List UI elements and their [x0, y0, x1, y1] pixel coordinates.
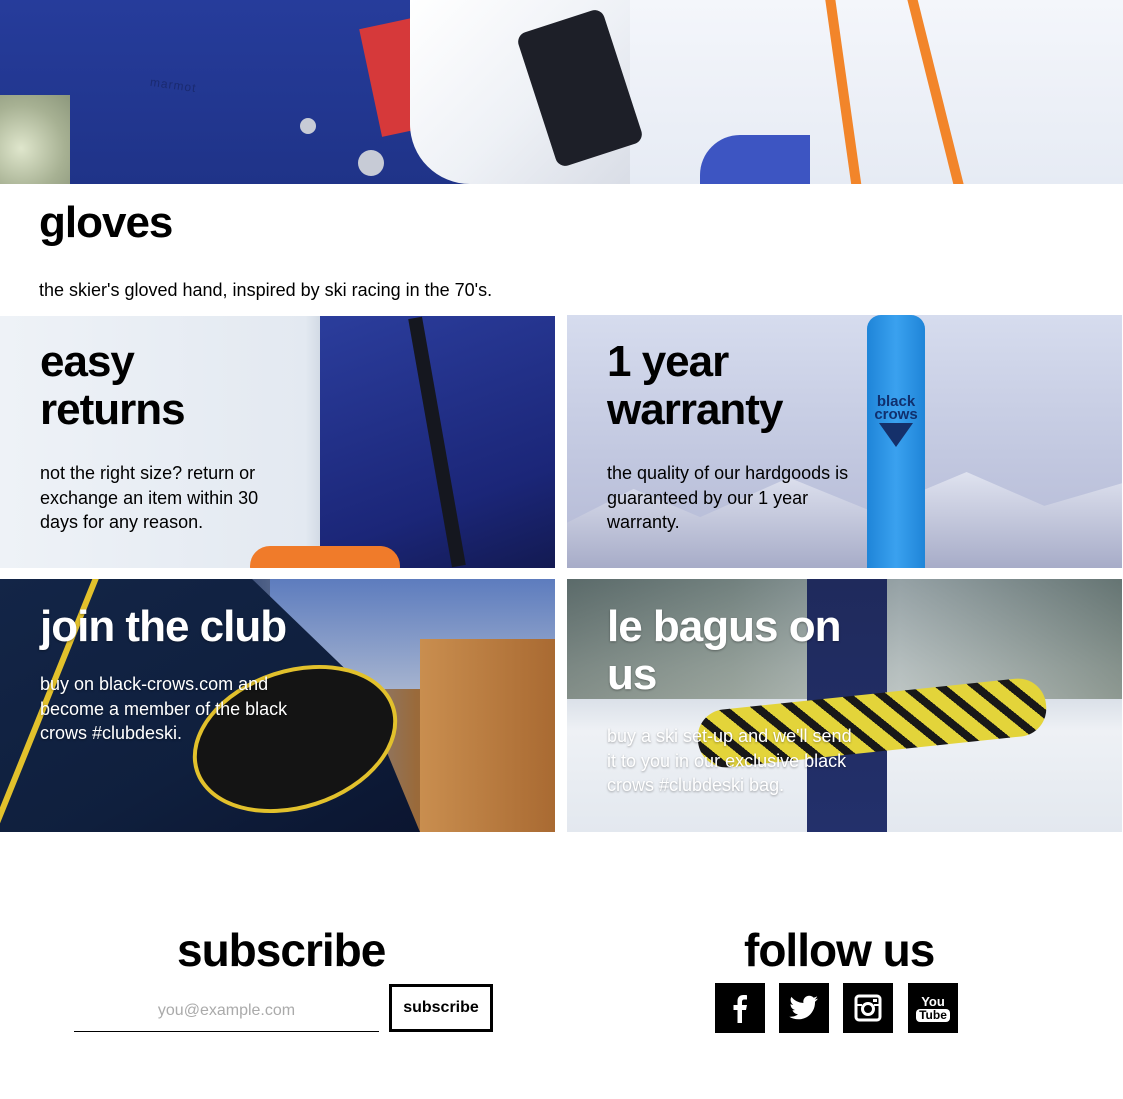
tile-body: buy a ski set-up and we'll send it to yo… — [607, 724, 852, 798]
youtube-you-text: You — [921, 993, 945, 1009]
hero-image: marmot — [0, 0, 1123, 184]
tile-body-line: buy on black-crows.com and — [40, 674, 269, 694]
tile-le-bagus[interactable]: le bagus on us buy a ski set-up and we'l… — [567, 579, 1122, 832]
tile-body-line: crows #clubdeski. — [40, 723, 183, 743]
tile-body-line: crows #clubdeski bag. — [607, 775, 785, 795]
instagram-icon[interactable] — [843, 983, 893, 1033]
tile-body: not the right size? return or exchange a… — [40, 461, 258, 535]
tile-heading-line: returns — [40, 385, 186, 434]
tile-body-line: days for any reason. — [40, 512, 204, 532]
tile-crate-image — [420, 639, 555, 832]
tile-heading: le bagus on us — [607, 602, 841, 699]
tile-join-the-club[interactable]: join the club buy on black-crows.com and… — [0, 579, 555, 832]
hero-jacket-button — [358, 150, 384, 176]
facebook-glyph — [733, 995, 747, 1023]
subscribe-title: subscribe — [177, 924, 386, 976]
hero-snowfield — [620, 0, 1123, 184]
tile-body-line: warranty. — [607, 512, 680, 532]
tile-heading-line: easy — [40, 337, 135, 386]
follow-title: follow us — [744, 924, 935, 976]
tile-heading: 1 year warranty — [607, 337, 783, 434]
ski-brand-logo: black crows — [874, 394, 918, 423]
hero-jacket-button — [300, 118, 316, 134]
tile-body-line: the quality of our hardgoods is — [607, 463, 849, 483]
tile-body: buy on black-crows.com and become a memb… — [40, 672, 287, 746]
youtube-icon[interactable]: You Tube — [908, 983, 958, 1033]
tile-body-line: exchange an item within 30 — [40, 487, 259, 508]
tile-easy-returns[interactable]: easy returns not the right size? return … — [0, 316, 555, 568]
tile-glove-image — [250, 546, 400, 568]
tile-heading: easy returns — [40, 337, 186, 434]
hero-glove-pad — [700, 135, 810, 184]
email-field[interactable] — [74, 990, 379, 1032]
tile-body-line: buy a ski set-up and we'll send — [607, 726, 852, 746]
facebook-icon[interactable] — [715, 983, 765, 1033]
tile-body: the quality of our hardgoods is guarante… — [607, 461, 848, 535]
instagram-glyph — [854, 994, 882, 1022]
tile-heading-line: join the club — [40, 602, 287, 651]
youtube-glyph: You Tube — [916, 995, 950, 1022]
tile-heading-line: le bagus on — [607, 602, 841, 651]
tile-heading-line: 1 year — [607, 337, 729, 386]
subscribe-button[interactable]: subscribe — [389, 984, 493, 1032]
tile-body-line: it to you in our exclusive black — [607, 750, 847, 771]
page-subtitle: the skier's gloved hand, inspired by ski… — [39, 280, 493, 300]
tile-body-line: not the right size? return or — [40, 463, 256, 483]
twitter-glyph — [789, 995, 818, 1020]
hero-snow-patch — [0, 95, 70, 184]
tile-heading-line: us — [607, 650, 657, 699]
tile-body-line: guaranteed by our 1 year — [607, 487, 809, 508]
tile-warranty[interactable]: black crows 1 year warranty the quality … — [567, 315, 1122, 568]
ski-logo-text: crows — [874, 406, 918, 423]
tile-heading-line: warranty — [607, 385, 783, 434]
youtube-tube-text: Tube — [916, 1008, 950, 1022]
tile-heading: join the club — [40, 602, 287, 651]
twitter-icon[interactable] — [779, 983, 829, 1033]
page-title: gloves — [39, 198, 173, 247]
tile-body-line: become a member of the black — [40, 698, 288, 719]
